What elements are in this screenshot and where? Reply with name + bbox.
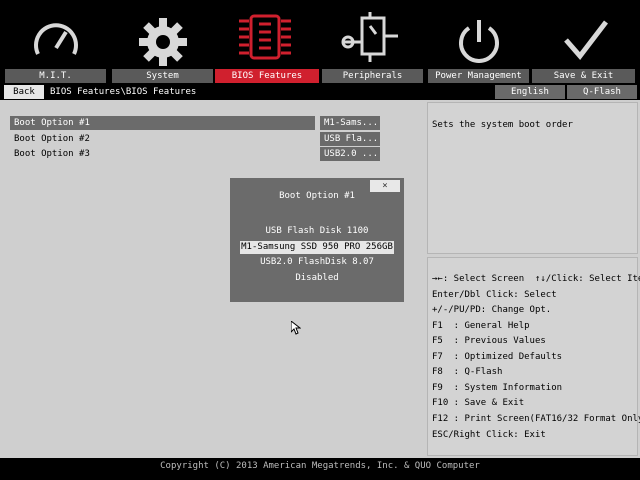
boot-option-2-value[interactable]: USB Fla... bbox=[320, 132, 380, 146]
key-legend-line: F8 : Q-Flash bbox=[432, 367, 503, 377]
save-exit-icon-button[interactable] bbox=[535, 0, 635, 68]
qflash-button[interactable]: Q-Flash bbox=[567, 85, 637, 99]
tab-bar: M.I.T. System BIOS Features Peripherals … bbox=[0, 68, 640, 84]
copyright-footer: Copyright (C) 2013 American Megatrends, … bbox=[0, 458, 640, 480]
tab-bios-features[interactable]: BIOS Features bbox=[215, 69, 319, 83]
item-help-box: Sets the system boot order bbox=[427, 102, 638, 254]
breadcrumb-bar: Back BIOS Features\BIOS Features English… bbox=[0, 84, 640, 100]
top-icon-bar bbox=[0, 0, 640, 68]
tab-power-management[interactable]: Power Management bbox=[428, 69, 529, 83]
boot-option-1-value[interactable]: M1-Sams... bbox=[320, 116, 380, 130]
language-button[interactable]: English bbox=[495, 85, 565, 99]
mit-icon-button[interactable] bbox=[5, 0, 105, 68]
popup-option-samsung-ssd[interactable]: M1-Samsung SSD 950 PRO 256GB bbox=[240, 241, 394, 254]
boot-option-1-row[interactable]: Boot Option #1 bbox=[10, 116, 315, 130]
chip-icon bbox=[239, 14, 291, 60]
boot-option-popup: × Boot Option #1 USB Flash Disk 1100 M1-… bbox=[230, 178, 404, 302]
system-icon-button[interactable] bbox=[112, 0, 212, 68]
key-legend-box: →←: Select Screen ↑↓/Click: Select Item … bbox=[427, 257, 640, 456]
key-legend-line: F10 : Save & Exit bbox=[432, 398, 525, 408]
popup-option-disabled[interactable]: Disabled bbox=[230, 272, 404, 285]
help-description: Sets the system boot order bbox=[432, 120, 573, 130]
power-icon-button[interactable] bbox=[428, 0, 528, 68]
bios-features-icon-button[interactable] bbox=[215, 0, 315, 68]
tab-mit[interactable]: M.I.T. bbox=[5, 69, 106, 83]
boot-option-2-row[interactable]: Boot Option #2 bbox=[10, 132, 315, 146]
key-legend-line: ESC/Right Click: Exit bbox=[432, 430, 546, 440]
key-legend-line: →←: Select Screen ↑↓/Click: Select Item bbox=[432, 274, 640, 284]
tab-save-exit[interactable]: Save & Exit bbox=[532, 69, 635, 83]
popup-option-usb2-flashdisk[interactable]: USB2.0 FlashDisk 8.07 bbox=[230, 256, 404, 269]
power-icon bbox=[459, 20, 499, 63]
gear-icon bbox=[139, 18, 187, 66]
key-legend-line: Enter/Dbl Click: Select bbox=[432, 290, 557, 300]
key-legend-line: F9 : System Information bbox=[432, 383, 563, 393]
key-legend-line: F5 : Previous Values bbox=[432, 336, 546, 346]
breadcrumb: BIOS Features\BIOS Features bbox=[50, 87, 197, 97]
key-legend-line: F1 : General Help bbox=[432, 321, 530, 331]
tab-peripherals[interactable]: Peripherals bbox=[322, 69, 423, 83]
boot-option-3-row[interactable]: Boot Option #3 bbox=[10, 147, 315, 161]
boot-option-3-value[interactable]: USB2.0 ... bbox=[320, 147, 380, 161]
popup-option-usb-flash-disk[interactable]: USB Flash Disk 1100 bbox=[230, 225, 404, 238]
mouse-cursor-icon bbox=[291, 321, 301, 335]
checkmark-icon bbox=[564, 20, 608, 60]
peripherals-icon-button[interactable] bbox=[320, 0, 420, 68]
back-button[interactable]: Back bbox=[4, 85, 44, 99]
key-legend-line: +/-/PU/PD: Change Opt. bbox=[432, 305, 552, 315]
key-legend-line: F7 : Optimized Defaults bbox=[432, 352, 563, 362]
key-legend-line: F12 : Print Screen(FAT16/32 Format Only) bbox=[432, 414, 640, 424]
help-panel: Sets the system boot order →←: Select Sc… bbox=[425, 100, 640, 458]
popup-title: Boot Option #1 bbox=[279, 191, 355, 201]
tab-system[interactable]: System bbox=[112, 69, 213, 83]
circuit-icon bbox=[341, 12, 398, 62]
gauge-icon bbox=[34, 23, 78, 55]
